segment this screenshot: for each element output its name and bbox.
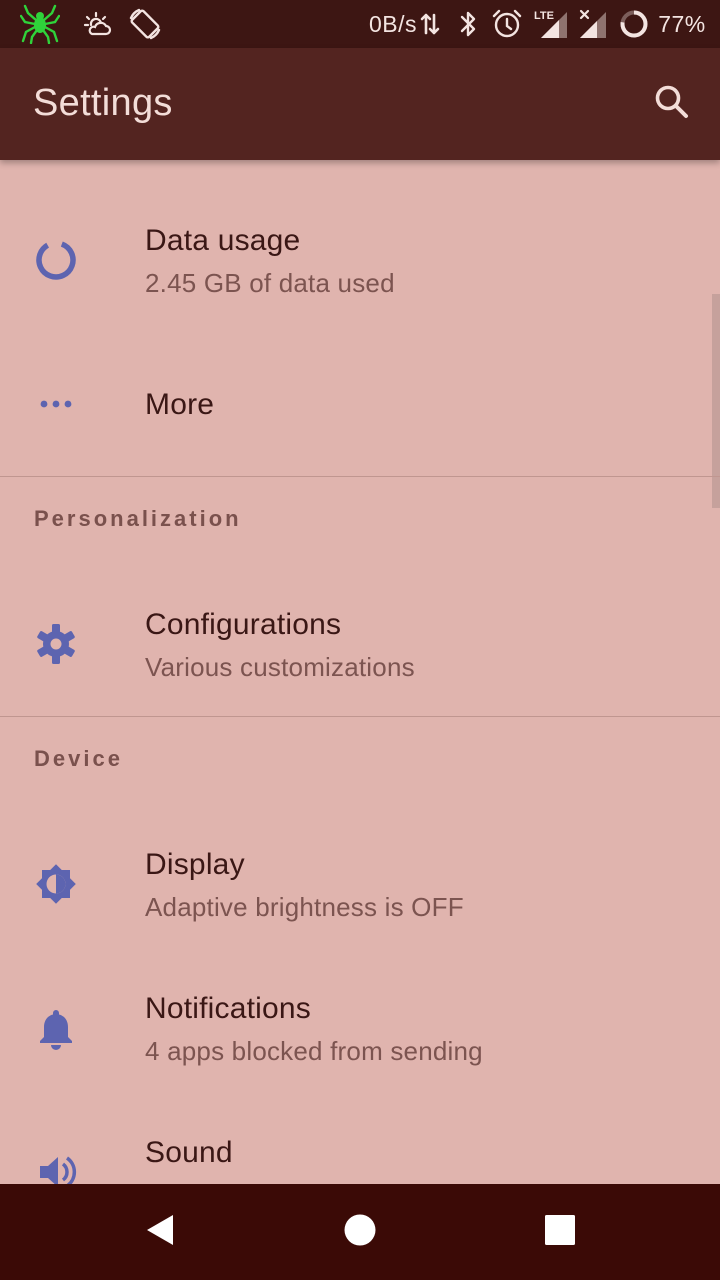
divider xyxy=(0,716,720,717)
setting-title: Configurations xyxy=(145,608,342,641)
recents-button[interactable] xyxy=(500,1184,620,1280)
speaker-icon xyxy=(32,1148,80,1184)
page-title: Settings xyxy=(33,82,173,124)
network-speed: 0B/s xyxy=(368,10,418,37)
recents-icon xyxy=(544,1214,576,1251)
status-bar: 0B/s LTE 77% xyxy=(0,0,720,48)
gear-icon xyxy=(32,620,80,668)
weather-icon xyxy=(80,0,116,48)
setting-sound[interactable]: Sound xyxy=(0,1108,720,1184)
brightness-icon xyxy=(32,860,80,908)
setting-subtitle: Various customizations xyxy=(145,652,415,682)
setting-notifications[interactable]: Notifications 4 apps blocked from sendin… xyxy=(0,964,720,1092)
back-button[interactable] xyxy=(100,1184,220,1280)
setting-title: More xyxy=(145,388,215,421)
divider xyxy=(0,476,720,477)
setting-subtitle: 4 apps blocked from sending xyxy=(145,1036,483,1066)
setting-title: Sound xyxy=(145,1136,233,1169)
setting-display[interactable]: Display Adaptive brightness is OFF xyxy=(0,820,720,948)
lte-signal-icon: LTE xyxy=(532,0,574,48)
data-usage-icon xyxy=(32,236,80,284)
data-transfer-icon xyxy=(418,0,442,48)
app-bar: Settings xyxy=(0,48,720,160)
spider-icon xyxy=(18,0,62,48)
setting-title: Notifications xyxy=(145,992,312,1025)
battery-ring-icon xyxy=(617,0,651,48)
no-signal-icon xyxy=(576,0,610,48)
bell-icon xyxy=(32,1004,80,1052)
home-button[interactable] xyxy=(300,1184,420,1280)
section-header-personalization: Personalization xyxy=(34,506,242,531)
more-dots-icon xyxy=(32,380,80,428)
section-header-device: Device xyxy=(34,746,123,771)
search-icon xyxy=(652,82,692,127)
back-icon xyxy=(143,1213,177,1252)
screen-rotation-icon xyxy=(126,0,164,48)
setting-subtitle: 2.45 GB of data used xyxy=(145,268,395,298)
search-button[interactable] xyxy=(642,74,702,134)
setting-more[interactable]: More xyxy=(0,340,720,468)
navigation-bar xyxy=(0,1184,720,1280)
battery-percent: 77% xyxy=(658,10,706,37)
setting-title: Display xyxy=(145,848,245,881)
setting-subtitle: Adaptive brightness is OFF xyxy=(145,892,464,922)
bluetooth-icon xyxy=(454,0,482,48)
svg-text:LTE: LTE xyxy=(534,10,554,22)
setting-title: Data usage xyxy=(145,224,301,257)
home-icon xyxy=(343,1213,377,1252)
alarm-icon xyxy=(490,0,524,48)
setting-configurations[interactable]: Configurations Various customizations xyxy=(0,580,720,708)
setting-data-usage[interactable]: Data usage 2.45 GB of data used xyxy=(0,196,720,324)
